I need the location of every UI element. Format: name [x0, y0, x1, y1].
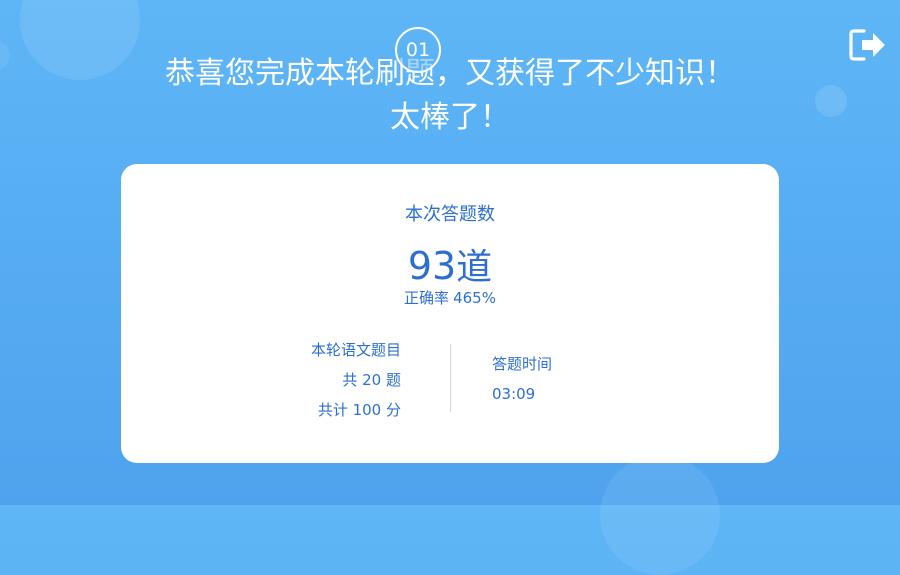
decorative-bubble [600, 455, 720, 575]
question-count-value: 93 [407, 244, 457, 288]
card-title: 本次答题数 [405, 204, 495, 225]
subject-label: 本轮语文题目 [310, 341, 401, 359]
congratulation-message: 恭喜您完成本轮刷题，又获得了不少知识！ 太棒了！ [80, 52, 820, 140]
total-questions: 共 20 题 [342, 371, 401, 389]
question-count-unit: 道 [456, 247, 493, 288]
time-label: 答题时间 [492, 355, 553, 373]
column-divider [450, 344, 451, 412]
congratulation-line-1: 恭喜您完成本轮刷题，又获得了不少知识！ [165, 56, 735, 91]
accuracy-rate: 正确率 465% [121, 287, 779, 308]
subject-summary: 本轮语文题目 共 20 题 共计 100 分 [251, 339, 401, 429]
total-score: 共计 100 分 [317, 401, 401, 419]
decorative-bubble [0, 40, 10, 70]
time-summary: 答题时间 03:09 [492, 353, 552, 413]
step-number-badge: 01 [395, 27, 441, 73]
question-count: 93道 [121, 238, 779, 290]
result-card: 本次答题数 93道 正确率 465% 本轮语文题目 共 20 题 共计 100 分… [121, 164, 779, 463]
exit-icon[interactable] [848, 27, 888, 63]
accuracy-label: 正确率 [404, 289, 450, 307]
exit-icon-graphic [849, 29, 885, 61]
congratulation-line-2: 太棒了！ [390, 100, 510, 135]
accuracy-value: 465% [453, 289, 496, 307]
time-value: 03:09 [492, 385, 536, 403]
